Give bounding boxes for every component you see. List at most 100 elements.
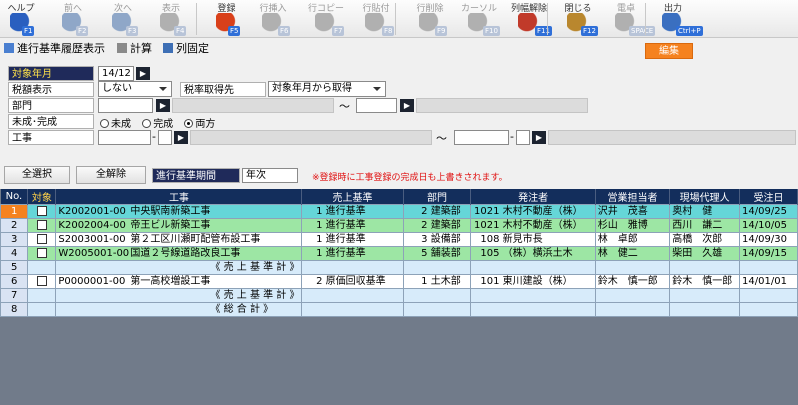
sales-rep-cell[interactable]: 鈴木 慎一郎 [594,274,671,289]
toolbar-button-close-door[interactable]: 閉じる F12 [555,0,601,38]
target-checkbox[interactable] [36,233,47,244]
construction-cell[interactable]: P0000001-00 第一高校増設工事 [55,274,303,289]
calculate-button[interactable]: 計算 [117,40,152,56]
site-agent-cell[interactable] [669,260,741,275]
department-cell[interactable] [402,288,472,303]
target-cell[interactable] [27,246,57,261]
department-cell[interactable]: 2 建築部 [402,204,472,219]
sales-rep-cell[interactable] [594,302,671,317]
customer-cell[interactable]: 101 東川建設（株） [470,274,596,289]
target-cell[interactable] [27,232,57,247]
order-date-cell[interactable] [739,260,798,275]
target-cell[interactable] [27,218,57,233]
site-agent-cell[interactable]: 高橋 次郎 [669,232,741,247]
target-checkbox[interactable] [36,247,47,258]
department-cell[interactable]: 3 設備部 [402,232,472,247]
target-cell[interactable] [27,302,57,317]
construction-cell[interactable]: 《 売 上 基 準 計 》 [55,288,303,303]
table-row[interactable]: 3 S2003001-00 第２工区川瀬町配管布設工事 1 進行基準 3 設備部 108 … [0,232,798,247]
column-header-1[interactable]: 対象 [27,189,57,205]
deselect-all-button[interactable]: 全解除 [76,166,146,184]
department-cell[interactable] [402,260,472,275]
construction-cell[interactable]: K2002004-00 帝王ビル新築工事 [55,218,303,233]
order-date-cell[interactable]: 14/10/05 [739,218,798,233]
customer-cell[interactable] [470,288,596,303]
table-row[interactable]: 2 K2002004-00 帝王ビル新築工事 1 進行基準 2 建築部 1021 木村不動… [0,218,798,233]
construction-from-branch-input[interactable] [158,130,172,145]
sales-basis-cell[interactable]: 2 原価回収基準 [301,274,404,289]
sales-basis-cell[interactable] [301,288,404,303]
sales-rep-cell[interactable]: 杉山 雅博 [594,218,671,233]
sales-basis-cell[interactable]: 1 進行基準 [301,204,404,219]
construction-to-lookup-button[interactable]: ▶ [532,131,546,144]
toolbar-button-row-copy[interactable]: 行コピー F7 [300,0,352,38]
table-row[interactable]: 7 《 売 上 基 準 計 》 [0,288,798,303]
construction-cell[interactable]: K2002001-00 中央駅南新築工事 [55,204,303,219]
site-agent-cell[interactable]: 奥村 健 [669,204,741,219]
table-row[interactable]: 8 《 総 合 計 》 [0,302,798,317]
customer-cell[interactable] [470,260,596,275]
column-header-7[interactable]: 現場代理人 [669,189,741,205]
order-date-cell[interactable]: 14/01/01 [739,274,798,289]
sales-rep-cell[interactable]: 沢井 茂喜 [594,204,671,219]
sales-rep-cell[interactable]: 林 卓郎 [594,232,671,247]
row-number-cell[interactable]: 2 [0,218,29,233]
target-month-input[interactable]: 14/12 [98,66,134,81]
row-number-cell[interactable]: 6 [0,274,29,289]
department-to-lookup-button[interactable]: ▶ [400,99,414,112]
department-from-lookup-button[interactable]: ▶ [156,99,170,112]
site-agent-cell[interactable]: 西川 謙二 [669,218,741,233]
order-date-cell[interactable] [739,288,798,303]
tax-rate-source-select[interactable]: 対象年月から取得 [268,81,386,97]
table-row[interactable]: 1 K2002001-00 中央駅南新築工事 1 進行基準 2 建築部 1021 木村不動… [0,204,798,219]
target-checkbox[interactable] [36,205,47,216]
edit-button[interactable]: 編集 [645,43,693,59]
fix-column-button[interactable]: 列固定 [163,40,209,56]
row-number-cell[interactable]: 5 [0,260,29,275]
radio-incomplete[interactable]: 未成 [100,119,131,130]
table-row[interactable]: 4 W2005001-00国道２号線道路改良工事 1 進行基準 5 舗装部 105 （株… [0,246,798,261]
construction-from-lookup-button[interactable]: ▶ [174,131,188,144]
target-checkbox[interactable] [36,219,47,230]
site-agent-cell[interactable]: 柴田 久雄 [669,246,741,261]
order-date-cell[interactable]: 14/09/25 [739,204,798,219]
row-number-cell[interactable]: 1 [0,204,29,219]
department-cell[interactable]: 5 舗装部 [402,246,472,261]
toolbar-button-printer[interactable]: 出力 Ctrl+P [650,0,703,38]
column-header-4[interactable]: 部門 [403,189,472,205]
toolbar-button-register[interactable]: 登録 F5 [205,0,248,38]
progress-period-input[interactable]: 年次 [242,168,298,183]
target-cell[interactable] [27,204,57,219]
order-date-cell[interactable]: 14/09/30 [739,232,798,247]
construction-cell[interactable]: S2003001-00 第２工区川瀬町配管布設工事 [55,232,303,247]
customer-cell[interactable]: 105 （株）横浜土木 [470,246,596,261]
construction-cell[interactable]: 《 総 合 計 》 [55,302,303,317]
target-checkbox[interactable] [36,275,47,286]
department-cell[interactable] [402,302,472,317]
customer-cell[interactable]: 1021 木村不動産（株） [470,218,596,233]
toolbar-button-row-delete[interactable]: 行削除 F9 [405,0,455,38]
sales-basis-cell[interactable]: 1 進行基準 [301,218,404,233]
construction-to-branch-input[interactable] [516,130,530,145]
construction-cell[interactable]: W2005001-00国道２号線道路改良工事 [55,246,303,261]
site-agent-cell[interactable]: 鈴木 慎一郎 [669,274,741,289]
column-header-8[interactable]: 受注日 [739,189,798,205]
sales-rep-cell[interactable] [594,260,671,275]
target-cell[interactable] [27,274,57,289]
sales-basis-cell[interactable]: 1 進行基準 [301,232,404,247]
row-number-cell[interactable]: 3 [0,232,29,247]
order-date-cell[interactable]: 14/09/15 [739,246,798,261]
column-header-5[interactable]: 発注者 [470,189,596,205]
row-number-cell[interactable]: 7 [0,288,29,303]
radio-both[interactable]: 両方 [184,119,215,130]
customer-cell[interactable]: 1021 木村不動産（株） [470,204,596,219]
site-agent-cell[interactable] [669,302,741,317]
construction-to-input[interactable] [454,130,509,145]
construction-cell[interactable]: 《 売 上 基 準 計 》 [55,260,303,275]
select-all-button[interactable]: 全選択 [4,166,70,184]
table-row[interactable]: 5 《 売 上 基 準 計 》 [0,260,798,275]
site-agent-cell[interactable] [669,288,741,303]
column-header-0[interactable]: No. [0,189,29,205]
tax-display-select[interactable]: しない [98,81,172,97]
target-cell[interactable] [27,260,57,275]
